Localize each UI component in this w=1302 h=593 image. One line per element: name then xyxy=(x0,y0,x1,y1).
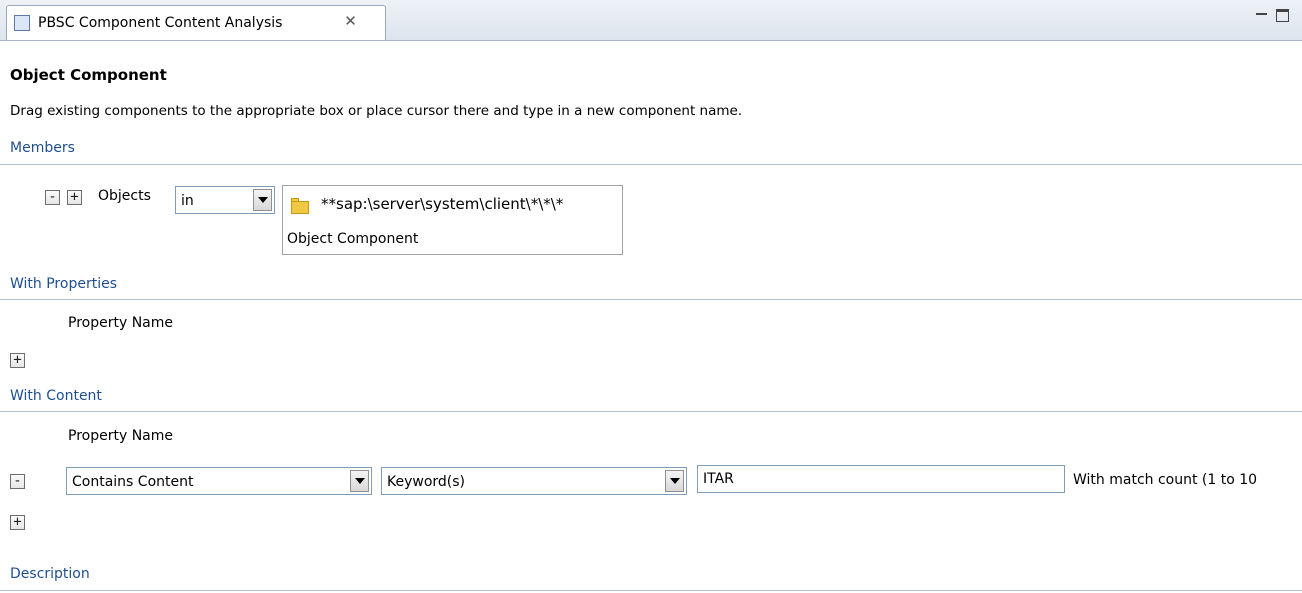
section-title-with-content[interactable]: With Content xyxy=(10,388,102,404)
section-title-with-properties[interactable]: With Properties xyxy=(10,276,117,292)
match-type-value: Keyword(s) xyxy=(387,474,466,490)
chevron-down-icon[interactable] xyxy=(665,470,684,492)
component-caption: Object Component xyxy=(287,231,419,247)
match-count-label: With match count (1 to 10 xyxy=(1073,472,1258,488)
window-controls xyxy=(1254,7,1294,25)
section-divider xyxy=(0,164,1302,165)
tab-title: PBSC Component Content Analysis xyxy=(38,15,283,31)
component-drop-box[interactable]: **sap:\server\system\client\*\*\* Object… xyxy=(282,185,623,255)
maximize-icon[interactable] xyxy=(1276,9,1289,22)
add-property-button[interactable]: + xyxy=(10,353,25,368)
section-title-members[interactable]: Members xyxy=(10,140,75,156)
close-icon[interactable]: ✕ xyxy=(342,13,359,30)
folder-icon xyxy=(291,198,311,214)
keyword-input[interactable] xyxy=(697,465,1065,493)
objects-label: Objects xyxy=(98,188,151,204)
section-title-description[interactable]: Description xyxy=(10,566,90,582)
component-analysis-icon xyxy=(14,15,30,31)
chevron-down-icon[interactable] xyxy=(253,189,272,211)
keyword-field[interactable] xyxy=(698,466,1064,492)
instructions-text: Drag existing components to the appropri… xyxy=(10,103,743,119)
operator-value: in xyxy=(181,193,194,209)
property-name-header: Property Name xyxy=(68,428,173,444)
property-name-header: Property Name xyxy=(68,315,173,331)
operator-dropdown[interactable]: in xyxy=(175,186,275,214)
remove-content-condition-button[interactable]: - xyxy=(10,474,25,489)
editor-tab-bar: PBSC Component Content Analysis ✕ xyxy=(0,0,1302,41)
section-divider xyxy=(0,411,1302,412)
section-divider xyxy=(0,590,1302,591)
content-condition-value: Contains Content xyxy=(72,474,194,490)
chevron-down-icon[interactable] xyxy=(350,470,369,492)
editor-tab[interactable]: PBSC Component Content Analysis ✕ xyxy=(6,5,386,40)
content-condition-dropdown[interactable]: Contains Content xyxy=(66,467,372,495)
add-content-condition-button[interactable]: + xyxy=(10,515,25,530)
remove-member-button[interactable]: - xyxy=(45,190,60,205)
match-type-dropdown[interactable]: Keyword(s) xyxy=(381,467,687,495)
minimize-icon[interactable] xyxy=(1254,7,1270,23)
page-title: Object Component xyxy=(10,66,167,84)
section-divider xyxy=(0,299,1302,300)
add-member-button[interactable]: + xyxy=(67,190,82,205)
component-path[interactable]: **sap:\server\system\client\*\*\* xyxy=(321,195,563,213)
